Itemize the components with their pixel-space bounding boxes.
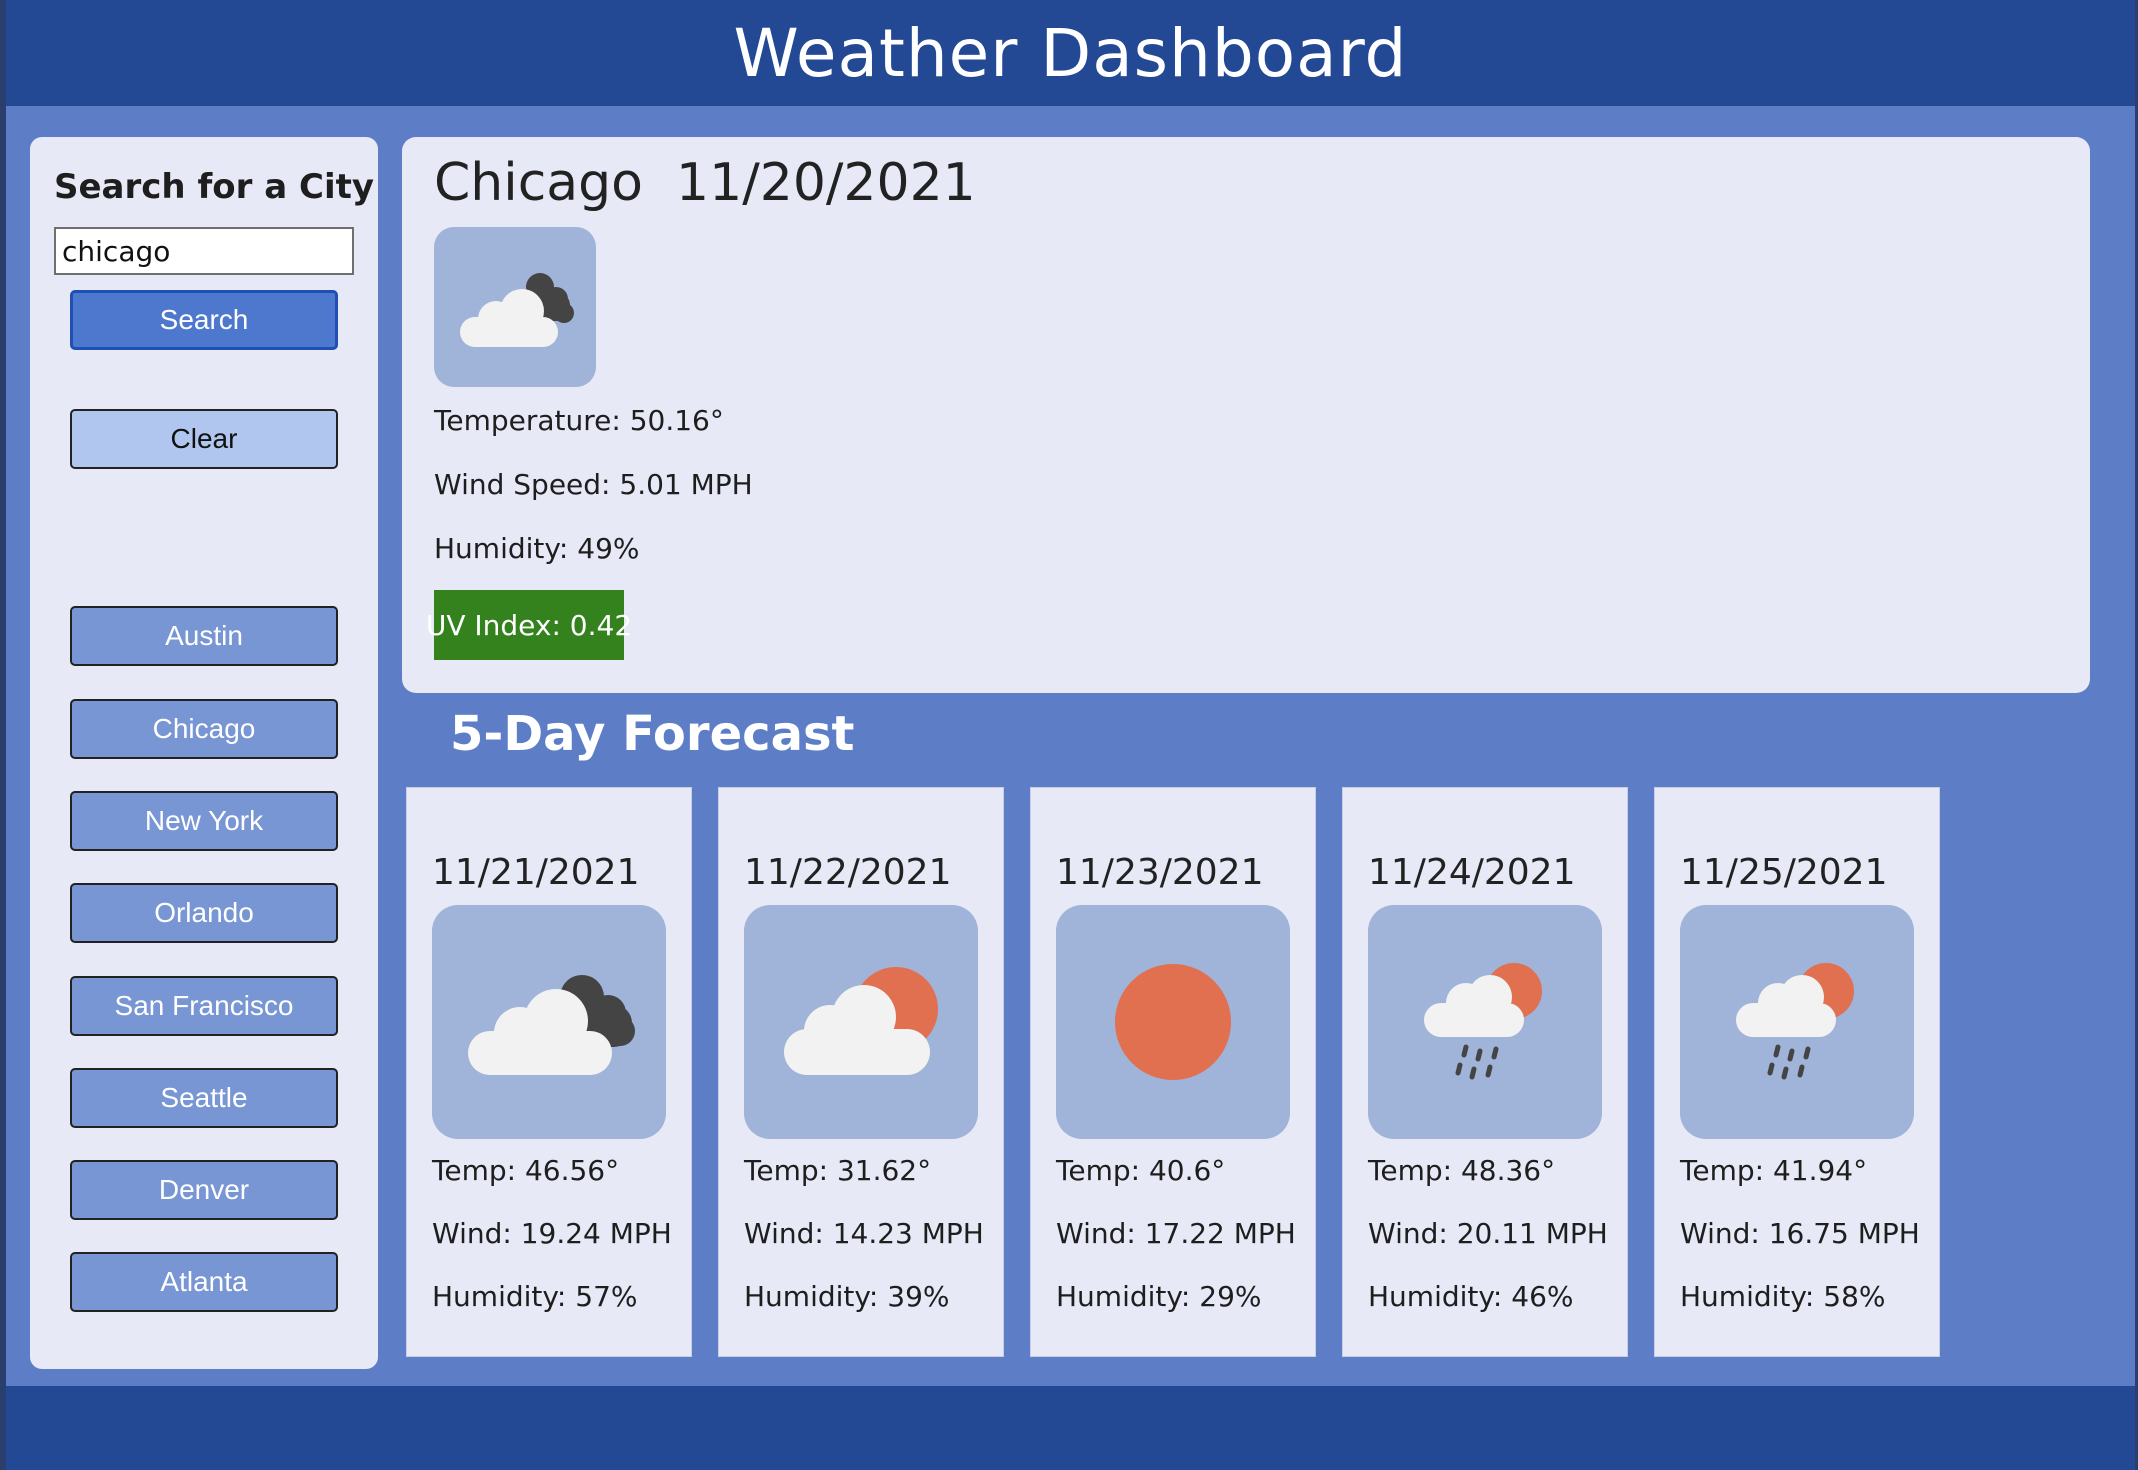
cloudy-icon [434, 227, 596, 387]
partly-cloudy-icon [744, 905, 978, 1139]
forecast-heading: 5-Day Forecast [450, 706, 855, 762]
clear-button[interactable]: Clear [70, 409, 338, 469]
city-button-orlando[interactable]: Orlando [70, 883, 338, 943]
forecast-humidity: Humidity: 29% [1056, 1280, 1262, 1313]
cloudy-icon [432, 905, 666, 1139]
forecast-temp: Temp: 41.94° [1680, 1154, 1868, 1187]
page-footer [6, 1386, 2135, 1470]
forecast-wind: Wind: 16.75 MPH [1680, 1217, 1920, 1250]
city-button-atlanta[interactable]: Atlanta [70, 1252, 338, 1312]
forecast-card: 11/22/2021 Temp: 31.62° Wind: 14.23 MPH … [718, 787, 1004, 1357]
search-heading: Search for a City [54, 167, 375, 207]
forecast-humidity: Humidity: 46% [1368, 1280, 1574, 1313]
forecast-date: 11/22/2021 [744, 852, 952, 893]
rain-sun-icon [1680, 905, 1914, 1139]
rain-sun-icon [1368, 905, 1602, 1139]
window-edge [0, 0, 6, 1470]
forecast-card: 11/23/2021 Temp: 40.6° Wind: 17.22 MPH H… [1030, 787, 1316, 1357]
uv-index-badge: UV Index: 0.42 [426, 590, 632, 660]
forecast-humidity: Humidity: 39% [744, 1280, 950, 1313]
current-temperature: Temperature: 50.16° [434, 404, 724, 437]
forecast-temp: Temp: 40.6° [1056, 1154, 1226, 1187]
city-search-input[interactable] [54, 227, 354, 275]
search-sidebar: Search for a City Search Clear Austin Ch… [30, 137, 378, 1369]
forecast-date: 11/25/2021 [1680, 852, 1888, 893]
sun-icon [1056, 905, 1290, 1139]
current-wind: Wind Speed: 5.01 MPH [434, 468, 753, 501]
forecast-wind: Wind: 17.22 MPH [1056, 1217, 1296, 1250]
forecast-card: 11/24/2021 Temp: 48.36° Wind: 20.11 MPH … [1342, 787, 1628, 1357]
city-button-denver[interactable]: Denver [70, 1160, 338, 1220]
forecast-temp: Temp: 31.62° [744, 1154, 932, 1187]
forecast-wind: Wind: 20.11 MPH [1368, 1217, 1608, 1250]
forecast-wind: Wind: 14.23 MPH [744, 1217, 984, 1250]
current-weather-panel: Chicago 11/20/2021 Temperature: 50.16° W… [402, 137, 2090, 693]
city-button-chicago[interactable]: Chicago [70, 699, 338, 759]
forecast-date: 11/23/2021 [1056, 852, 1264, 893]
forecast-humidity: Humidity: 57% [432, 1280, 638, 1313]
current-city-date: Chicago 11/20/2021 [434, 153, 976, 213]
page-header: Weather Dashboard [6, 0, 2135, 106]
current-humidity: Humidity: 49% [434, 532, 640, 565]
forecast-wind: Wind: 19.24 MPH [432, 1217, 672, 1250]
forecast-temp: Temp: 46.56° [432, 1154, 620, 1187]
search-button[interactable]: Search [70, 290, 338, 350]
city-button-seattle[interactable]: Seattle [70, 1068, 338, 1128]
city-button-new-york[interactable]: New York [70, 791, 338, 851]
forecast-card: 11/21/2021 Temp: 46.56° Wind: 19.24 MPH … [406, 787, 692, 1357]
forecast-temp: Temp: 48.36° [1368, 1154, 1556, 1187]
city-button-san-francisco[interactable]: San Francisco [70, 976, 338, 1036]
forecast-card: 11/25/2021 Temp: 41.94° Wind: 16.75 MPH … [1654, 787, 1940, 1357]
city-button-austin[interactable]: Austin [70, 606, 338, 666]
page-title: Weather Dashboard [733, 14, 1408, 92]
forecast-date: 11/21/2021 [432, 852, 640, 893]
forecast-humidity: Humidity: 58% [1680, 1280, 1886, 1313]
forecast-date: 11/24/2021 [1368, 852, 1576, 893]
